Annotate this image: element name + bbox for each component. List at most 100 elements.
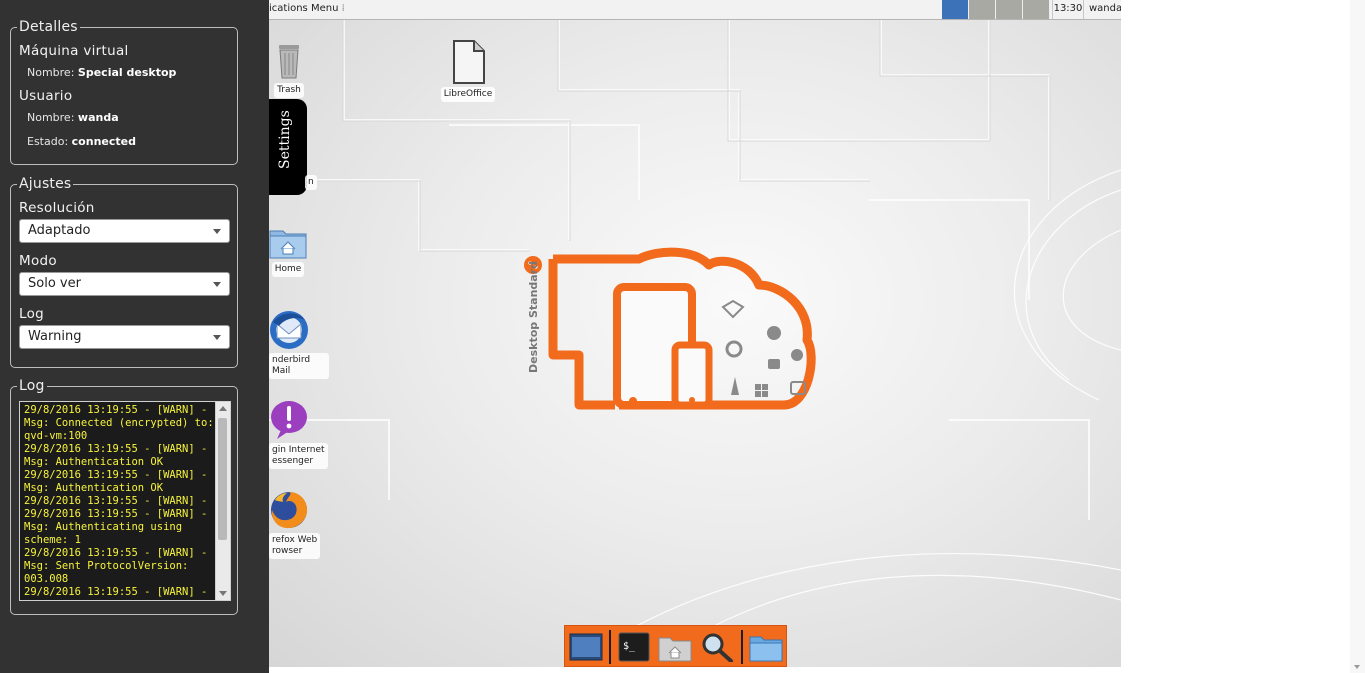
mode-select[interactable]: Solo ver [19,272,230,296]
desktop-icon-thunderbird[interactable]: nderbird Mail [269,310,329,379]
document-icon [453,40,485,84]
log-line: 29/8/2016 13:19:55 - [WARN] - Msg: Authe… [24,469,208,494]
desktop-icon-libreoffice[interactable]: LibreOffice [439,40,497,102]
remote-desktop-canvas[interactable]: ications Menu ⁞ 13:30 wanda Trash LibreO… [269,0,1121,667]
user-name-label: Nombre: [27,111,75,124]
log-legend: Log [17,377,47,395]
scroll-up-arrow-icon[interactable] [219,406,227,411]
resolution-select[interactable]: Adaptado [19,219,230,243]
vm-section-title: Máquina virtual [19,43,129,59]
user-name-row: Nombre: wanda [27,111,119,124]
workspace-1[interactable] [942,0,969,19]
log-level-label: Log [19,306,45,322]
details-legend: Detalles [17,18,80,36]
log-content: 29/8/2016 13:19:55 - [WARN] - Msg: Conne… [24,404,214,599]
logo-text: Desktop Standard [527,261,540,373]
settings-tab-label: Settings [277,110,293,169]
chevron-down-icon [213,282,221,287]
log-textarea[interactable]: 29/8/2016 13:19:55 - [WARN] - Msg: Conne… [19,401,231,601]
pidgin-icon [271,401,307,439]
panel-clock[interactable]: 13:30 [1052,0,1084,19]
chevron-down-icon [213,229,221,234]
home-folder-icon [658,637,692,662]
panel-separator-icon: ⁞ [341,3,345,14]
resolution-label: Resolución [19,200,95,216]
mode-select-value: Solo ver [28,276,81,291]
applications-menu-label: ications Menu [269,3,339,14]
resolution-select-value: Adaptado [28,223,91,238]
scroll-thumb[interactable] [218,418,227,540]
search-icon [702,633,733,663]
vm-name-row: Nombre: Special desktop [27,66,176,79]
workspace-4[interactable] [1023,0,1050,19]
log-level-select-value: Warning [28,329,82,344]
pidgin-label-line2: essenger [272,456,314,466]
log-line: 29/8/2016 13:19:55 - [WARN] - Msg: Authe… [24,443,208,468]
chevron-down-icon [213,335,221,340]
dock-home-folder[interactable] [658,632,692,662]
log-line: 29/8/2016 13:19:55 - [WARN] - Msg: Sent … [24,547,208,585]
applications-menu[interactable]: ications Menu ⁞ [269,3,345,14]
vm-name-label: Nombre: [27,66,75,79]
dock-terminal[interactable]: $_ [618,632,652,662]
log-line: 29/8/2016 13:19:55 - [WARN] - [24,495,208,507]
workspace-3[interactable] [996,0,1023,19]
scroll-down-arrow-icon[interactable] [219,591,227,596]
trash-label: Trash [274,83,304,98]
vm-name-value: Special desktop [77,66,177,79]
pidgin-label: gin Internet essenger [269,443,328,469]
firefox-label: refox Web rowser [269,533,321,559]
pidgin-label-line1: gin Internet [272,445,325,455]
settings-panel: Ajustes Resolución Adaptado Modo Solo ve… [10,175,238,368]
mode-label: Modo [19,253,57,269]
svg-text:$_: $_ [623,641,636,652]
desktop-icon-pidgin[interactable]: gin Internet essenger [269,400,329,469]
log-line: 29/8/2016 13:19:55 - [WARN] - Msg: Conne… [24,404,214,442]
os-icons [721,299,806,397]
user-section-title: Usuario [19,88,73,104]
dock-file-manager[interactable] [749,632,783,662]
phone-outline [671,341,713,409]
workspace-2[interactable] [969,0,996,19]
user-state-label: Estado: [27,135,69,148]
home-folder-icon [269,230,307,259]
monitor-outline [548,259,615,410]
show-desktop-icon [569,633,603,661]
trash-icon [279,45,299,79]
thunderbird-icon [270,311,308,349]
qvd-cloud-logo: Desktop Standard [524,247,816,410]
thunderbird-label: nderbird Mail [269,353,329,379]
xfce-top-panel: ications Menu ⁞ 13:30 wanda [269,0,1121,20]
terminal-icon: $_ [618,632,650,662]
user-state-row: Estado: connected [27,135,136,148]
libreoffice-label: LibreOffice [440,87,496,102]
firefox-label-line2: rowser [272,546,303,556]
log-scrollbar[interactable] [215,402,230,600]
dock-separator [741,630,743,664]
desktop-icon-home[interactable]: Home [269,225,307,277]
log-level-select[interactable]: Warning [19,325,230,349]
desktop-icon-trash[interactable]: Trash [269,40,309,98]
settings-legend: Ajustes [17,175,74,193]
user-state-value: connected [71,135,136,148]
dock-show-desktop[interactable] [569,632,603,662]
log-line: 29/8/2016 13:19:55 - [WARN] - Msg: Authe… [24,508,208,546]
home-label: Home [271,262,305,277]
firefox-icon [271,492,308,529]
details-panel: Detalles Máquina virtual Nombre: Special… [10,18,238,165]
desktop-icon-partial[interactable]: n [305,175,317,190]
panel-user[interactable]: wanda [1085,0,1121,19]
log-panel: Log 29/8/2016 13:19:55 - [WARN] - Msg: C… [10,377,238,615]
dock-search[interactable] [700,632,734,663]
user-name-value: wanda [77,111,119,124]
client-sidebar: Detalles Máquina virtual Nombre: Special… [0,0,269,673]
dock-separator [609,630,611,664]
partial-icon-label: n [305,175,317,190]
bottom-dock: $_ [564,625,787,667]
page-scrollbar[interactable] [1350,0,1365,673]
folder-icon [749,636,783,662]
scroll-down-arrow-icon[interactable] [1354,665,1360,669]
log-line: 29/8/2016 13:19:55 - [WARN] - [24,586,208,598]
desktop-icon-firefox[interactable]: refox Web rowser [269,490,329,559]
settings-tab[interactable]: Settings [269,99,307,195]
